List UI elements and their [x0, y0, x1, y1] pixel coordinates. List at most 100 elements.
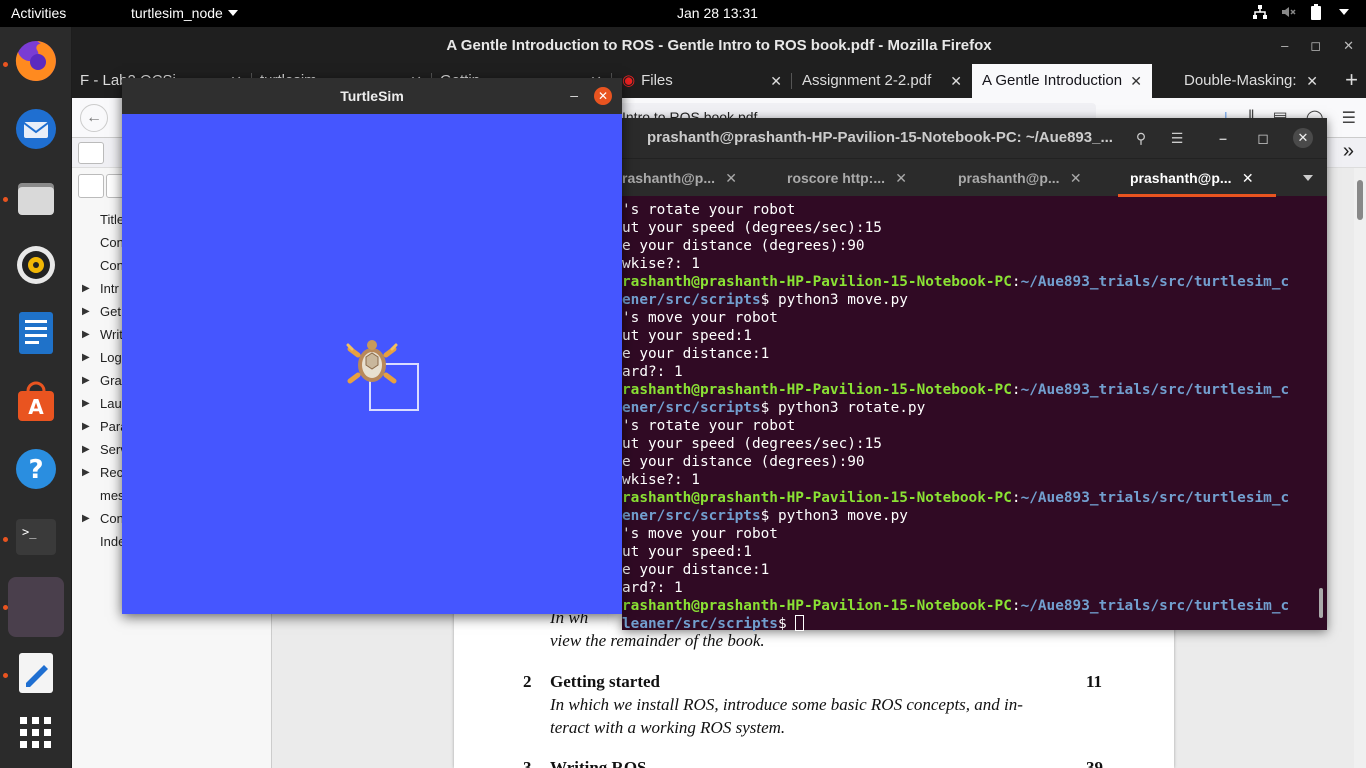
turtlesim-scene [346, 340, 419, 411]
tab-label: Files [641, 72, 673, 89]
toc-title[interactable]: Writing ROS [550, 758, 647, 768]
tabs-dropdown-icon[interactable] [1303, 175, 1313, 181]
turtle-icon [346, 340, 398, 384]
toc-title[interactable]: Getting started [550, 672, 660, 692]
close-tab-icon[interactable]: ✕ [895, 159, 907, 197]
expand-triangle-icon[interactable]: ▶ [82, 438, 90, 461]
expand-triangle-icon[interactable]: ▶ [82, 461, 90, 484]
prompt-path: ener/src/scripts [622, 400, 761, 416]
outline-item-label: Gra [100, 373, 122, 388]
outline-item-label: Get [100, 304, 121, 319]
prompt-path: ener/src/scripts [622, 508, 761, 524]
clock[interactable]: Jan 28 13:31 [677, 5, 758, 21]
outline-item-label: Lau [100, 396, 122, 411]
terminal-line: 's move your robot [622, 525, 778, 543]
active-app-icon[interactable] [8, 577, 64, 637]
output-text: ard?: 1 [622, 580, 683, 596]
maximize-button[interactable]: ◻ [1310, 38, 1321, 54]
terminal-line: ard?: 1 [622, 579, 683, 597]
thumbnails-view-button[interactable] [78, 174, 104, 198]
close-button[interactable]: ✕ [1293, 128, 1313, 148]
terminal-tab-active[interactable]: prashanth@p... ✕ [1118, 159, 1275, 197]
terminal-scrollbar[interactable] [1319, 588, 1323, 618]
close-tab-icon[interactable]: ✕ [1070, 159, 1082, 197]
back-button[interactable]: ← [80, 104, 108, 132]
terminal-output[interactable]: 's rotate your robot ut your speed (degre… [622, 197, 1327, 632]
expand-triangle-icon[interactable]: ▶ [82, 369, 90, 392]
software-icon[interactable]: A [8, 373, 64, 429]
rhythmbox-icon[interactable] [8, 237, 64, 293]
activities-button[interactable]: Activities [11, 5, 66, 21]
expand-triangle-icon[interactable]: ▶ [82, 323, 90, 346]
turtlesim-canvas [122, 114, 622, 614]
output-text: ut your speed:1 [622, 544, 752, 560]
close-tab-icon[interactable]: ✕ [1130, 64, 1142, 98]
output-text: e your distance (degrees):90 [622, 238, 865, 254]
tools-chevron-icon[interactable]: » [1343, 140, 1354, 163]
expand-triangle-icon[interactable]: ▶ [82, 277, 90, 300]
tab[interactable]: ◉ Files ✕ [612, 64, 792, 98]
close-button[interactable]: ✕ [594, 87, 612, 105]
close-tab-icon[interactable]: ✕ [725, 159, 737, 197]
help-icon[interactable]: ? [8, 441, 64, 497]
terminal-tab-label: rashanth@p... [622, 170, 715, 186]
app-menu[interactable]: turtlesim_node [131, 5, 238, 21]
expand-triangle-icon[interactable]: ▶ [82, 346, 90, 369]
terminal-line: rashanth@prashanth-HP-Pavilion-15-Notebo… [622, 598, 1290, 614]
output-text: wkise?: 1 [622, 472, 700, 488]
new-tab-button[interactable]: + [1345, 64, 1358, 96]
text-editor-icon[interactable] [8, 645, 64, 701]
tab[interactable]: Double-Masking: ✕ [1152, 64, 1328, 98]
window-title: A Gentle Introduction to ROS - Gentle In… [72, 27, 1366, 64]
expand-triangle-icon[interactable]: ▶ [82, 415, 90, 438]
svg-text:A: A [28, 395, 44, 419]
terminal-tab[interactable]: prashanth@p... ✕ [958, 159, 1082, 197]
terminal-tab[interactable]: rashanth@p... ✕ [622, 159, 737, 197]
thunderbird-icon[interactable] [8, 101, 64, 157]
terminal-header: prashanth@prashanth-HP-Pavilion-15-Noteb… [622, 118, 1327, 158]
writer-icon[interactable] [8, 305, 64, 361]
expand-triangle-icon[interactable]: ▶ [82, 507, 90, 530]
output-text: e your distance:1 [622, 346, 770, 362]
close-button[interactable]: ✕ [1343, 38, 1354, 54]
terminal-line: wkise?: 1 [622, 255, 700, 273]
text-cursor [795, 615, 805, 631]
toggle-sidebar-button[interactable] [78, 142, 104, 164]
scrollbar-thumb[interactable] [1357, 180, 1363, 220]
prompt-path: ~/Aue893_trials/src/turtlesim_c [1020, 274, 1290, 290]
maximize-button[interactable]: ◻ [1250, 126, 1276, 150]
search-icon[interactable]: ⚲ [1128, 126, 1154, 150]
terminal-tab[interactable]: roscore http:... ✕ [787, 159, 907, 197]
tab-active[interactable]: A Gentle Introduction ✕ [972, 64, 1152, 98]
tab[interactable]: Assignment 2-2.pdf ✕ [792, 64, 972, 98]
app-grid-icon[interactable] [8, 705, 64, 761]
toc-page-number: 39 [1086, 758, 1103, 768]
close-tab-icon[interactable]: ✕ [950, 64, 962, 98]
output-text: e your distance:1 [622, 562, 770, 578]
dock: A ? >_ [0, 27, 72, 768]
close-tab-icon[interactable]: ✕ [1242, 159, 1254, 197]
tab-label: A Gentle Introduction [982, 72, 1123, 89]
terminal-icon[interactable]: >_ [8, 509, 64, 565]
expand-triangle-icon[interactable]: ▶ [82, 392, 90, 415]
terminal-line: ut your speed (degrees/sec):15 [622, 219, 882, 237]
menu-icon[interactable]: ☰ [1342, 108, 1356, 128]
outline-item-label: Con [100, 235, 124, 250]
minimize-button[interactable]: – [570, 78, 578, 112]
close-tab-icon[interactable]: ✕ [770, 64, 782, 98]
system-tray[interactable] [1252, 4, 1352, 20]
output-text: 's rotate your robot [622, 202, 796, 218]
hamburger-menu-icon[interactable]: ☰ [1164, 126, 1190, 150]
minimize-button[interactable]: – [1281, 38, 1288, 53]
expand-triangle-icon[interactable]: ▶ [82, 300, 90, 323]
firefox-icon[interactable] [8, 33, 64, 89]
close-tab-icon[interactable]: ✕ [1306, 64, 1318, 98]
terminal-tab-label: roscore http:... [787, 170, 886, 186]
minimize-button[interactable]: – [1210, 126, 1236, 150]
outline-item-label: Log [100, 350, 122, 365]
terminal-line: e your distance:1 [622, 345, 769, 363]
files-icon[interactable] [8, 169, 64, 225]
pdf-scrollbar[interactable] [1354, 168, 1366, 768]
output-text: wkise?: 1 [622, 256, 700, 272]
command-text: $ [777, 616, 796, 632]
